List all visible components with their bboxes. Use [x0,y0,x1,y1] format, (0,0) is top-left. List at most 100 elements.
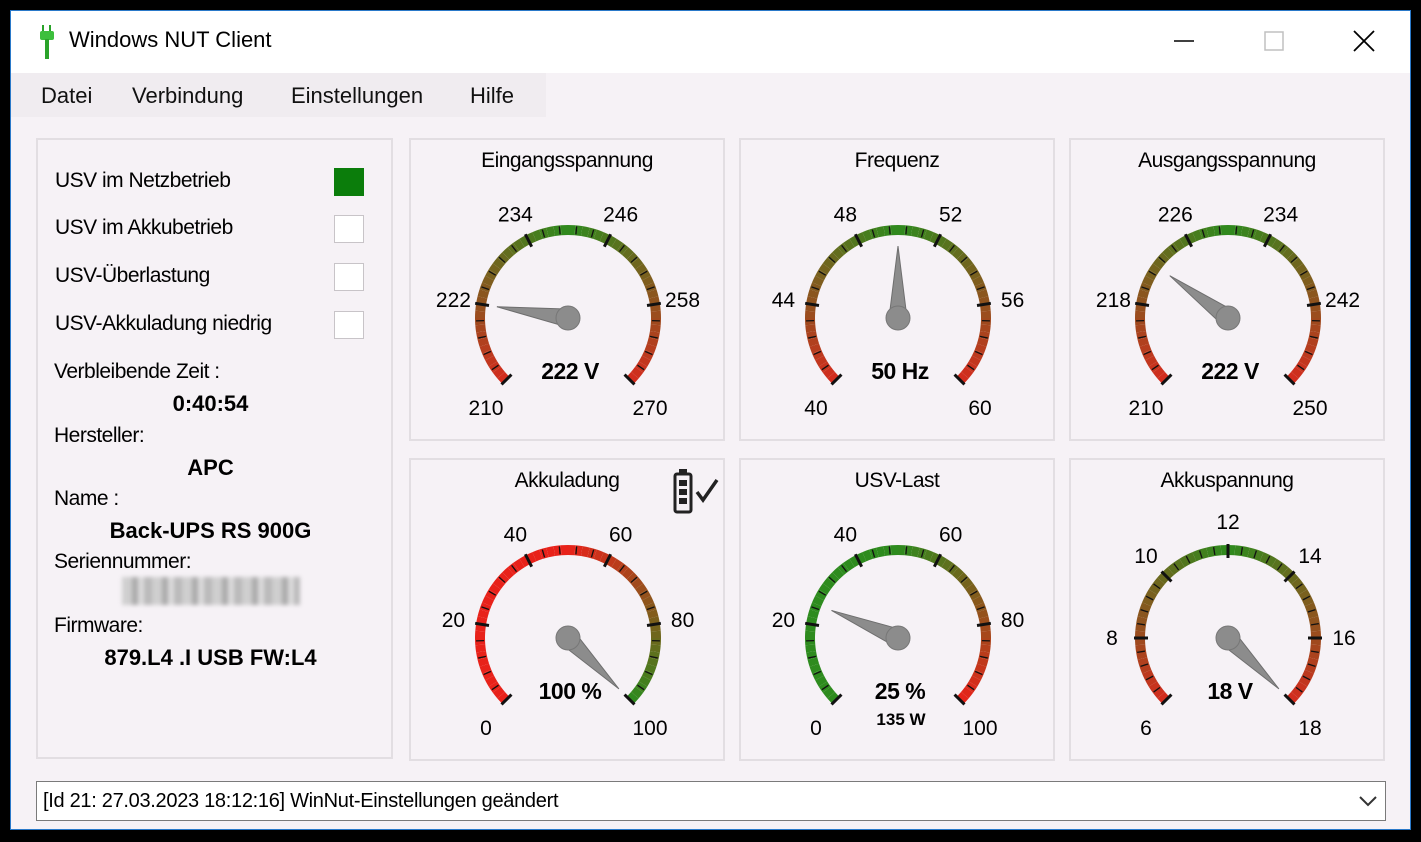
gauge-arc-segment [1137,609,1150,619]
gauge-scale-label: 8 [1106,627,1118,650]
gauge-arc-segment [485,355,498,367]
gauge-scale-label: 56 [1001,289,1024,312]
close-icon [1353,30,1375,52]
gauge-arc-segment [1139,602,1152,613]
gauge-arc-segment [635,263,648,275]
gauge-arc-segment [923,549,934,562]
gauge-arc-segment [961,366,974,379]
gauge-arc-segment [961,577,974,590]
menu-verbindung[interactable]: Verbindung [132,83,243,109]
gauge-arc-segment [910,226,920,238]
gauge-needle-hub [885,305,911,331]
manufacturer-value: APC [187,455,234,480]
gauge-arc-segment [1162,247,1175,260]
close-button[interactable] [1319,11,1409,71]
gauge-arc-segment [812,275,825,287]
gauge-needle-hub [1215,625,1241,651]
gauge-arc-segment [965,263,978,275]
menu-bar: Datei Verbindung Einstellungen Hilfe [11,73,1410,117]
gauge-minor-tick [1235,226,1238,235]
gauge-arc-segment [513,558,525,571]
gauge-arc-segment [1148,583,1161,595]
gauge-minor-tick [558,546,561,555]
gauge-scale-label: 210 [468,397,503,420]
gauge-arc-segment [1301,275,1314,287]
gauge-scale-label: 40 [834,524,857,547]
gauge-arc-segment [631,686,644,699]
gauge-arc-segment [479,663,492,674]
gauge-arc-segment [492,686,505,699]
gauge-minor-tick [888,226,891,235]
gauge-arc-segment [1247,547,1257,560]
gauge-arc-segment [1276,562,1289,575]
gauge-arc-segment [1206,546,1216,558]
gauge-arc-segment [482,595,495,607]
gauge-arc-segment [482,275,495,287]
gauge-scale-label: 270 [633,397,668,420]
gauge-arc-segment [638,355,651,367]
gauge-scale-label: 10 [1134,545,1157,568]
gauge-arc-segment [477,337,490,347]
gauge-scale-label: 100 [963,717,998,740]
gauge-arc-segment [961,257,974,270]
gauge-arc-segment [1271,238,1283,251]
gauge-arc-segment [976,337,989,347]
status-log-dropdown[interactable]: [Id 21: 27.03.2023 18:12:16] WinNut-Eins… [36,781,1386,821]
gauge-arc-segment [965,583,978,595]
gauge-arc-segment [910,546,920,558]
gauge-scale-label: 60 [939,524,962,547]
gauge-arc-segment [1298,355,1311,367]
gauge-arc-segment [976,657,989,667]
gauge-arc-segment [502,247,515,260]
gauge-arc-segment [488,583,501,595]
gauge-arc-segment [1179,555,1191,568]
gauge-minor-tick [575,546,578,555]
gauge-readout: 222 V [1201,358,1260,384]
gauge-arc-segment [1253,549,1264,562]
gauge-dial: 6 8 10 12 14 16 18 18 V [1106,511,1356,740]
gauge-subreadout: 135 W [876,710,926,729]
gauge-arc-segment [1137,337,1150,347]
gauge-arc-segment [862,229,873,242]
gauge-arc-segment [971,595,984,607]
gauge-arc-segment [546,226,556,238]
gauge-arc-segment [1199,547,1209,560]
chevron-down-icon[interactable] [1357,792,1379,810]
gauge-arc-segment [923,229,934,242]
gauge-arc-segment [1145,589,1158,601]
gauge-arc-segment [1291,257,1304,270]
gauge-arc-segment [1295,583,1308,595]
plug-icon [40,25,54,59]
gauge-arc-segment [843,558,855,571]
gauge-arc-segment [1206,226,1216,238]
gauge-arc-segment [1139,343,1152,354]
gauge-scale-label: 226 [1158,204,1193,227]
gauge-arc-segment [1234,545,1243,557]
title-bar[interactable]: Windows NUT Client [11,11,1410,73]
gauge-scale-label: 218 [1096,289,1131,312]
remaining-time-value: 0:40:54 [172,391,249,416]
status-log-text: [Id 21: 27.03.2023 18:12:16] WinNut-Eins… [43,790,559,812]
gauge-arc-segment [488,263,501,275]
gauge-arc-segment [1253,229,1264,242]
menu-hilfe[interactable]: Hilfe [470,83,514,109]
gauge-arc-segment [976,289,989,299]
gauge-arc-segment [492,366,505,379]
gauge-arc-segment [479,343,492,354]
gauge-needle-hub [885,625,911,651]
indicator-low-battery [334,311,364,339]
gauge-minor-tick [558,226,561,235]
gauge-scale-label: 60 [968,397,991,420]
gauge-scale-label: 44 [772,289,796,312]
gauge-readout: 222 V [541,358,600,384]
gauge-dial: 210 222 234 246 258 270 222 V [436,204,700,420]
gauge-scale-label: 234 [498,204,533,227]
gauge-needle-hub [555,305,581,331]
gauge-arc-segment [1173,558,1185,571]
minimize-button[interactable] [1139,11,1229,71]
menu-datei[interactable]: Datei [41,83,92,109]
gauge-arc-segment [822,257,835,270]
menu-einstellungen[interactable]: Einstellungen [291,83,423,109]
gauge-arc-segment [1142,275,1155,287]
maximize-button[interactable] [1229,11,1319,71]
